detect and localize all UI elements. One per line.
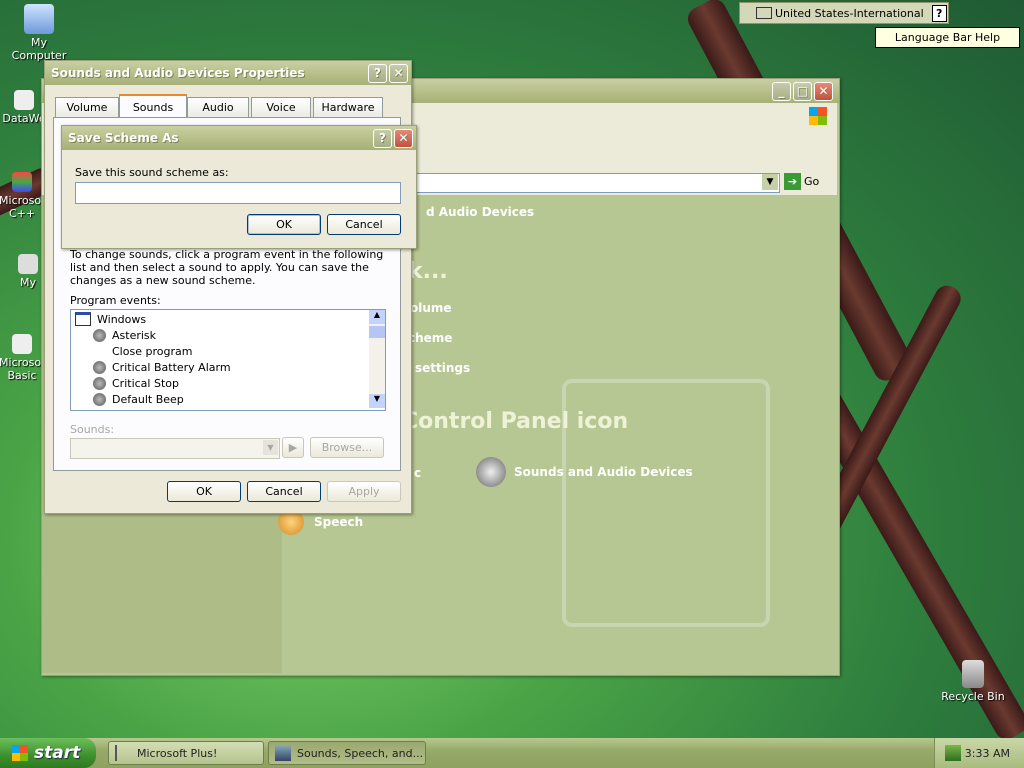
keyboard-icon bbox=[756, 7, 772, 19]
speaker-icon bbox=[93, 360, 106, 374]
shortcut-icon bbox=[12, 334, 32, 354]
tab-hardware[interactable]: Hardware bbox=[313, 97, 383, 117]
task-link[interactable]: olume bbox=[410, 301, 452, 315]
language-bar-layout[interactable]: United States-International bbox=[775, 7, 924, 20]
apply-button[interactable]: Apply bbox=[327, 481, 401, 502]
scroll-up-icon[interactable]: ▲ bbox=[369, 310, 385, 324]
list-item[interactable]: Critical Battery Alarm bbox=[75, 359, 363, 375]
scroll-thumb[interactable] bbox=[369, 326, 385, 338]
recycle-bin-icon bbox=[962, 660, 984, 688]
category-header: d Audio Devices bbox=[426, 205, 535, 219]
go-button[interactable]: ➔ Go bbox=[784, 173, 819, 190]
help-icon[interactable]: ? bbox=[368, 63, 387, 83]
windows-logo-icon bbox=[809, 107, 827, 125]
speaker-icon bbox=[93, 392, 106, 406]
help-icon[interactable]: ? bbox=[931, 4, 947, 22]
save-scheme-dialog: Save Scheme As ? ✕ Save this sound schem… bbox=[61, 125, 417, 249]
tab-strip: Volume Sounds Audio Voice Hardware bbox=[55, 94, 405, 118]
sounds-select[interactable]: ▼ bbox=[70, 438, 280, 459]
maximize-icon[interactable]: □ bbox=[793, 81, 812, 101]
scheme-name-input[interactable] bbox=[75, 182, 401, 204]
tab-voice[interactable]: Voice bbox=[251, 97, 311, 117]
taskbar-item-microsoft-plus[interactable]: Microsoft Plus! bbox=[108, 741, 264, 765]
shortcut-icon bbox=[18, 254, 38, 274]
scheme-name-label: Save this sound scheme as: bbox=[75, 166, 229, 179]
vertical-scrollbar[interactable]: ▲ ▼ bbox=[369, 310, 385, 408]
windows-logo-icon bbox=[12, 745, 28, 761]
shortcut-icon bbox=[14, 90, 34, 110]
close-icon[interactable]: ✕ bbox=[389, 63, 408, 83]
language-bar-help-tooltip: Language Bar Help bbox=[875, 27, 1020, 48]
task-link[interactable]: settings bbox=[415, 361, 470, 375]
list-item[interactable]: Critical Stop bbox=[75, 375, 363, 391]
clock[interactable]: 3:33 AM bbox=[965, 747, 1010, 760]
instructions-text: To change sounds, click a program event … bbox=[70, 248, 384, 287]
shortcut-icon bbox=[12, 172, 32, 192]
program-events-list[interactable]: Windows Asterisk Close program Critical … bbox=[70, 309, 386, 411]
control-panel-icon bbox=[275, 745, 291, 761]
close-icon[interactable]: ✕ bbox=[814, 81, 833, 101]
address-input[interactable] bbox=[402, 173, 780, 193]
browse-button[interactable]: Browse... bbox=[310, 437, 384, 458]
play-button[interactable]: ▶ bbox=[282, 437, 304, 458]
window-icon bbox=[75, 312, 91, 326]
computer-icon bbox=[24, 4, 54, 34]
play-icon: ▶ bbox=[288, 441, 298, 454]
save-scheme-titlebar[interactable]: Save Scheme As ? ✕ bbox=[62, 126, 416, 150]
pick-icon-heading: Control Panel icon bbox=[402, 409, 629, 434]
close-icon[interactable]: ✕ bbox=[394, 128, 413, 148]
ok-button[interactable]: OK bbox=[167, 481, 241, 502]
cancel-button[interactable]: Cancel bbox=[247, 481, 321, 502]
ok-button[interactable]: OK bbox=[247, 214, 321, 235]
address-dropdown-icon[interactable]: ▼ bbox=[762, 174, 778, 190]
pick-task-heading: k... bbox=[408, 259, 448, 284]
taskbar-item-sounds[interactable]: Sounds, Speech, and... bbox=[268, 741, 426, 765]
go-arrow-icon: ➔ bbox=[784, 173, 801, 190]
help-icon[interactable]: ? bbox=[373, 128, 392, 148]
task-link[interactable]: cheme bbox=[408, 331, 452, 345]
program-events-label: Program events: bbox=[70, 294, 161, 307]
speaker-icon bbox=[476, 457, 506, 487]
start-button[interactable]: start bbox=[0, 738, 96, 768]
taskbar: start Microsoft Plus! Sounds, Speech, an… bbox=[0, 738, 1024, 768]
list-item[interactable]: Default Beep bbox=[75, 391, 363, 407]
sounds-dialog-titlebar[interactable]: Sounds and Audio Devices Properties ? ✕ bbox=[45, 61, 411, 85]
cp-item[interactable]: c bbox=[414, 466, 421, 480]
sounds-devices-item[interactable]: Sounds and Audio Devices bbox=[476, 457, 693, 487]
speaker-icon bbox=[93, 328, 106, 342]
list-item[interactable]: Asterisk bbox=[75, 327, 363, 343]
tray-icon[interactable] bbox=[945, 745, 961, 761]
list-item[interactable]: Close program bbox=[75, 343, 363, 359]
tab-volume[interactable]: Volume bbox=[55, 97, 119, 117]
tab-sounds[interactable]: Sounds bbox=[119, 94, 187, 118]
desktop-icon-my-computer[interactable]: My Computer bbox=[4, 4, 74, 62]
scroll-down-icon[interactable]: ▼ bbox=[369, 394, 385, 408]
chevron-down-icon: ▼ bbox=[263, 440, 278, 455]
speaker-icon bbox=[93, 376, 106, 390]
tab-audio[interactable]: Audio bbox=[187, 97, 249, 117]
sounds-label: Sounds: bbox=[70, 423, 115, 436]
cancel-button[interactable]: Cancel bbox=[327, 214, 401, 235]
minimize-icon[interactable]: _ bbox=[772, 81, 791, 101]
desktop-icon-recycle-bin[interactable]: Recycle Bin bbox=[938, 660, 1008, 703]
list-item[interactable]: Windows bbox=[75, 311, 363, 327]
system-tray: 3:33 AM bbox=[934, 738, 1024, 768]
language-bar[interactable]: United States-International ? bbox=[739, 2, 949, 24]
program-icon bbox=[115, 745, 129, 761]
